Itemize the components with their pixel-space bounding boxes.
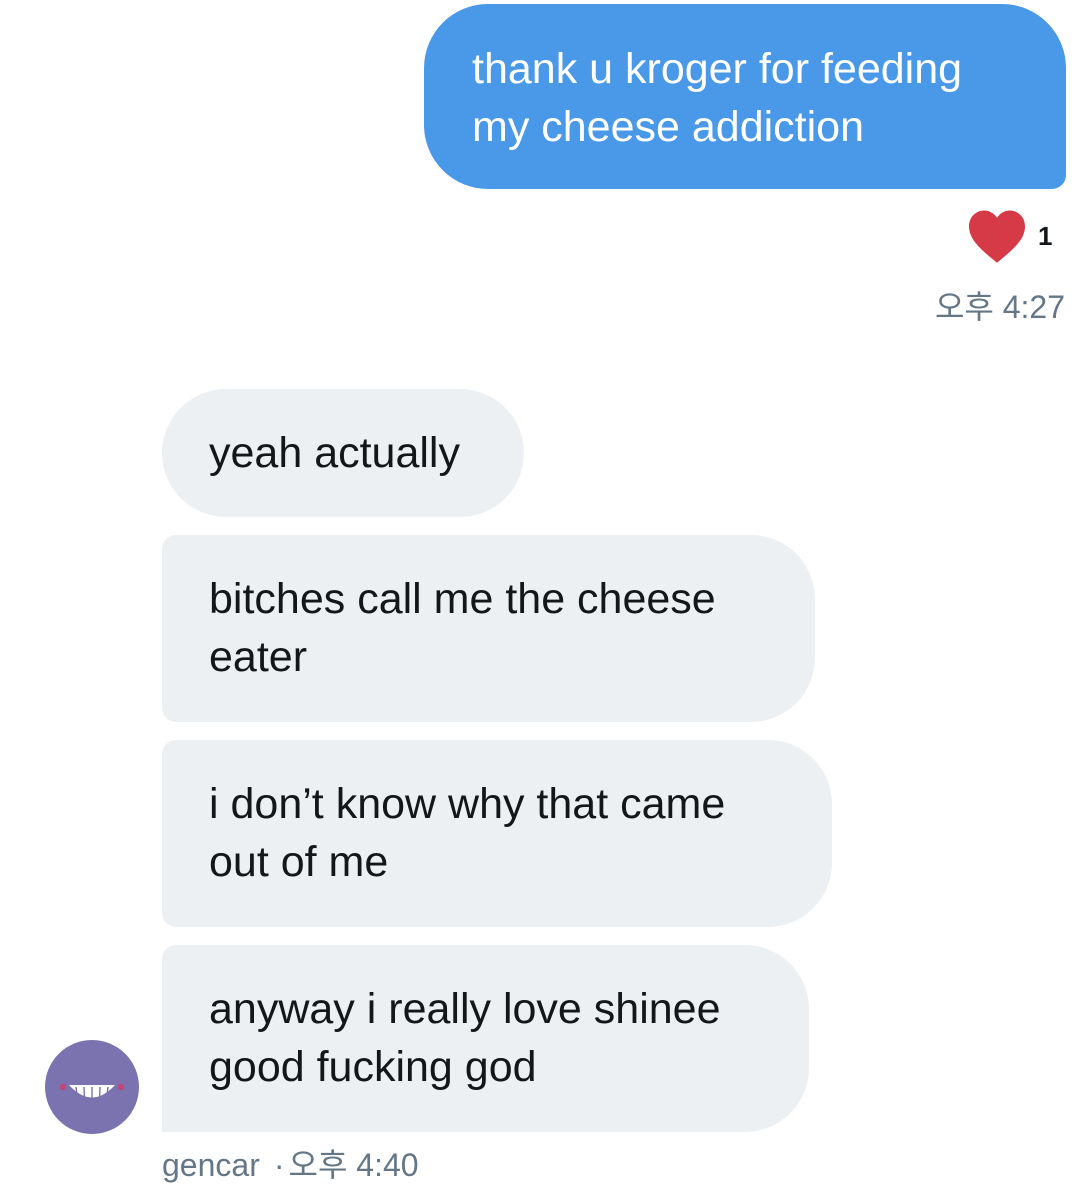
received-timestamp: 오후 4:40 <box>288 1147 419 1183</box>
sent-timestamp: 오후 4:27 <box>934 289 1065 325</box>
reaction-count: 1 <box>1038 220 1053 251</box>
grinning-face-avatar-icon <box>59 1083 125 1100</box>
heart-icon <box>969 210 1025 263</box>
sender-name[interactable]: gencar <box>162 1147 260 1183</box>
sent-message-bubble[interactable]: thank u kroger for feeding my cheese add… <box>424 4 1066 189</box>
received-message-bubble[interactable]: bitches call me the cheese eater <box>162 535 815 722</box>
received-message-bubble[interactable]: anyway i really love shinee good fucking… <box>162 945 809 1132</box>
received-message-bubble[interactable]: i don’t know why that came out of me <box>162 740 832 927</box>
received-message-bubble[interactable]: yeah actually <box>162 389 524 517</box>
received-message-meta: gencar · 오후 4:40 <box>162 1140 419 1186</box>
reaction-badge[interactable]: 1 <box>966 208 1052 264</box>
sender-avatar[interactable] <box>45 1040 139 1134</box>
meta-separator: · <box>273 1147 285 1183</box>
